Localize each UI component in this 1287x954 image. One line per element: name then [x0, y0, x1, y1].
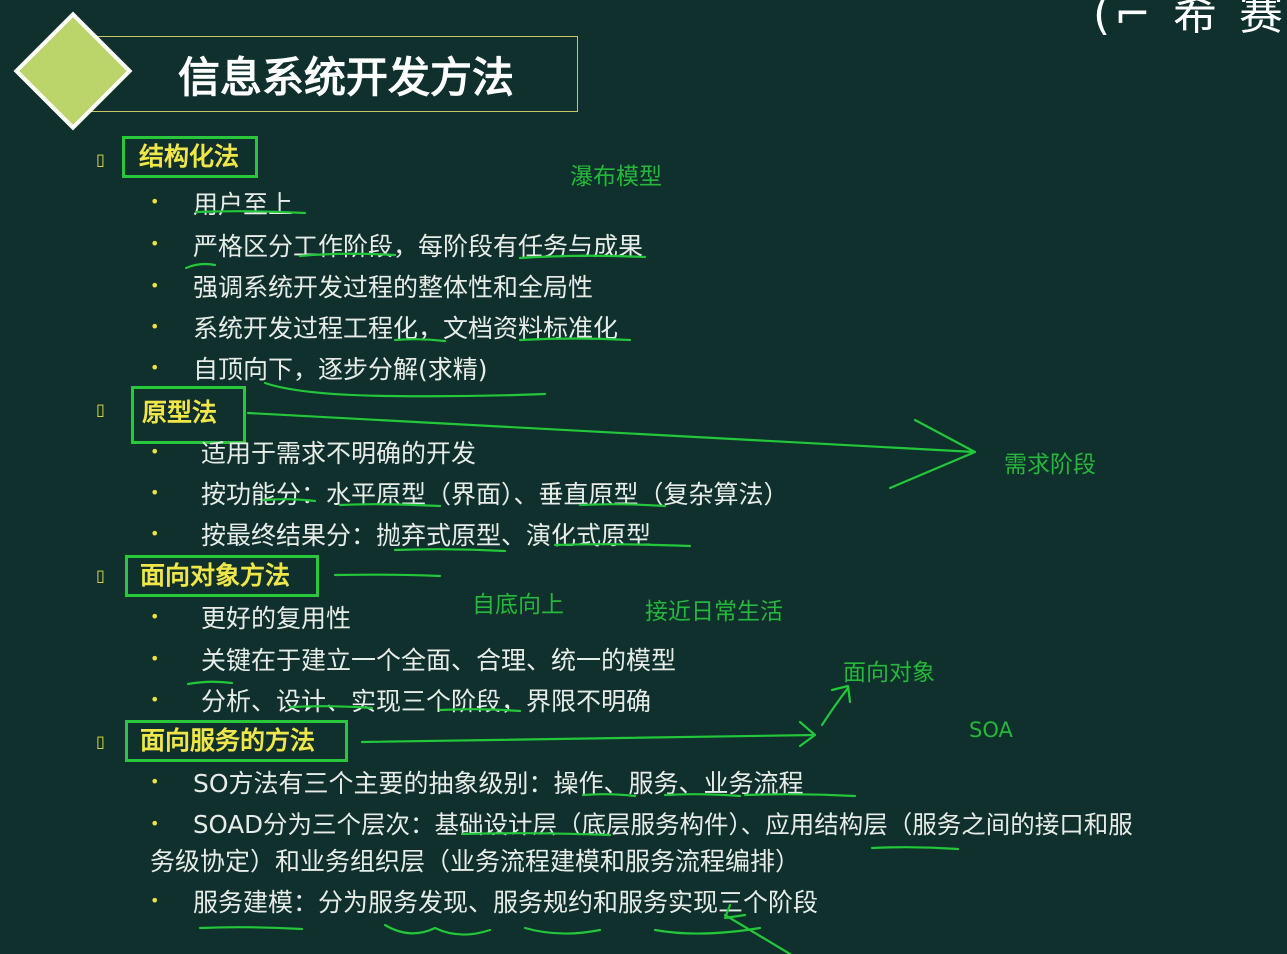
- underline-stroke: [198, 926, 304, 931]
- arrow-stroke: [333, 573, 442, 578]
- arrow-stroke: [723, 913, 792, 954]
- underline-stroke: [438, 708, 522, 713]
- underline-stroke: [518, 254, 647, 260]
- arrow-stroke: [820, 686, 850, 727]
- underline-stroke: [663, 793, 742, 798]
- underline-stroke: [194, 210, 307, 215]
- underline-stroke: [870, 846, 960, 851]
- underline-stroke: [383, 923, 492, 936]
- underline-stroke: [518, 337, 632, 342]
- arrowhead-stroke: [888, 418, 977, 490]
- underline-stroke: [581, 793, 637, 798]
- arrowhead-stroke: [830, 684, 852, 704]
- arrow-stroke: [246, 411, 977, 454]
- underline-stroke: [184, 262, 217, 270]
- underline-stroke: [743, 793, 857, 798]
- underline-stroke: [578, 503, 667, 508]
- underline-stroke: [261, 498, 317, 503]
- arrowhead-stroke: [798, 720, 817, 748]
- underline-stroke: [460, 832, 612, 837]
- underline-stroke: [288, 705, 374, 710]
- arrow-stroke: [360, 733, 817, 744]
- underline-stroke: [393, 338, 447, 343]
- underline-stroke: [393, 548, 507, 553]
- underline-stroke: [338, 503, 442, 508]
- underline-stroke: [298, 252, 397, 258]
- underline-stroke: [553, 543, 692, 548]
- ink-annotations: [184, 210, 977, 954]
- underline-stroke: [263, 381, 547, 398]
- underline-stroke: [653, 926, 762, 935]
- underline-stroke: [523, 926, 602, 935]
- underline-stroke: [186, 680, 234, 686]
